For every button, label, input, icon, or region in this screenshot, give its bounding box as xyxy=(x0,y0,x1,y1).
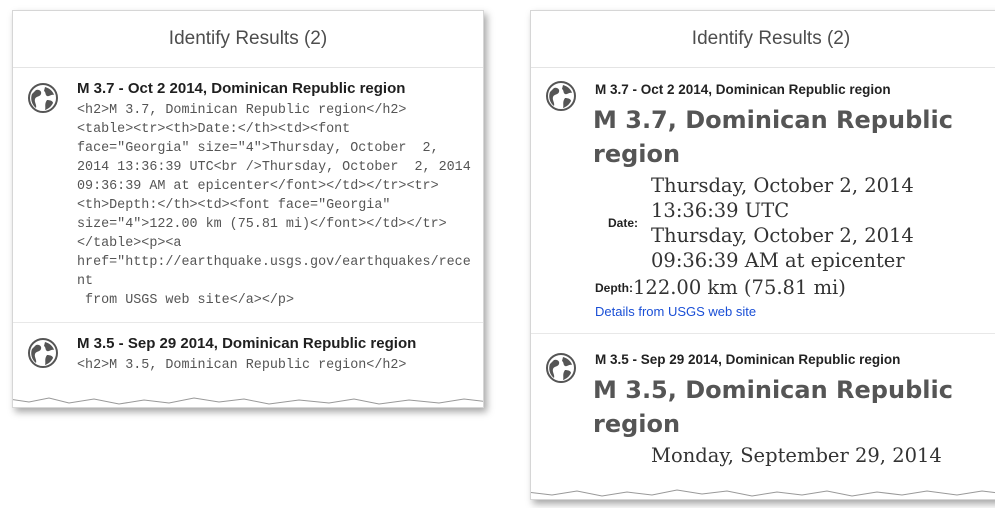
panel-title: Identify Results (2) xyxy=(531,11,995,68)
identify-results-panel-formatted: Identify Results (2) M 3.7 - Oct 2 2014,… xyxy=(530,10,995,500)
result-title: M 3.5 - Sep 29 2014, Dominican Republic … xyxy=(595,352,901,367)
result-raw-html: <h2>M 3.7, Dominican Republic region</h2… xyxy=(77,103,471,308)
result-item[interactable]: M 3.7 - Oct 2 2014, Dominican Republic r… xyxy=(13,68,483,323)
heading-line: M 3.7, Dominican Republic xyxy=(593,106,953,134)
date-value: Monday, September 29, 2014 xyxy=(651,443,942,468)
date-line: Monday, September 29, 2014 xyxy=(651,444,942,467)
result-heading: M 3.5, Dominican Republic region xyxy=(593,373,995,441)
result-item[interactable]: M 3.5 - Sep 29 2014, Dominican Republic … xyxy=(531,334,995,480)
torn-edge xyxy=(13,393,483,407)
date-label: Date: xyxy=(607,216,638,230)
date-line: Thursday, October 2, 2014 xyxy=(651,224,914,247)
globe-icon xyxy=(545,352,577,384)
panel-title: Identify Results (2) xyxy=(13,11,483,68)
globe-icon xyxy=(545,80,577,112)
depth-value: 122.00 km (75.81 mi) xyxy=(633,276,846,299)
depth-label: Depth: xyxy=(595,280,633,295)
globe-icon xyxy=(27,337,59,369)
date-line: Thursday, October 2, 2014 xyxy=(651,174,914,197)
date-value: Thursday, October 2, 2014 13:36:39 UTC T… xyxy=(651,173,914,273)
globe-icon xyxy=(27,82,59,114)
result-title: M 3.5 - Sep 29 2014, Dominican Republic … xyxy=(77,335,417,352)
date-row: Monday, September 29, 2014 xyxy=(595,443,995,468)
date-row: Date: Thursday, October 2, 2014 13:36:39… xyxy=(595,173,995,273)
heading-line: M 3.5, Dominican Republic xyxy=(593,376,953,404)
torn-edge xyxy=(531,485,995,499)
usgs-details-link[interactable]: Details from USGS web site xyxy=(595,304,995,319)
heading-line: region xyxy=(593,410,681,438)
depth-row: Depth: 122.00 km (75.81 mi) xyxy=(595,275,995,300)
result-item[interactable]: M 3.5 - Sep 29 2014, Dominican Republic … xyxy=(13,323,483,387)
result-title: M 3.7 - Oct 2 2014, Dominican Republic r… xyxy=(77,80,406,97)
result-raw-html: <h2>M 3.5, Dominican Republic region</h2… xyxy=(77,358,407,373)
heading-line: region xyxy=(593,140,681,168)
result-title: M 3.7 - Oct 2 2014, Dominican Republic r… xyxy=(595,82,891,97)
result-heading: M 3.7, Dominican Republic region xyxy=(593,103,995,171)
date-line: 09:36:39 AM at epicenter xyxy=(651,249,905,272)
identify-results-panel-raw: Identify Results (2) M 3.7 - Oct 2 2014,… xyxy=(12,10,484,408)
date-line: 13:36:39 UTC xyxy=(651,199,790,222)
result-item[interactable]: M 3.7 - Oct 2 2014, Dominican Republic r… xyxy=(531,68,995,334)
